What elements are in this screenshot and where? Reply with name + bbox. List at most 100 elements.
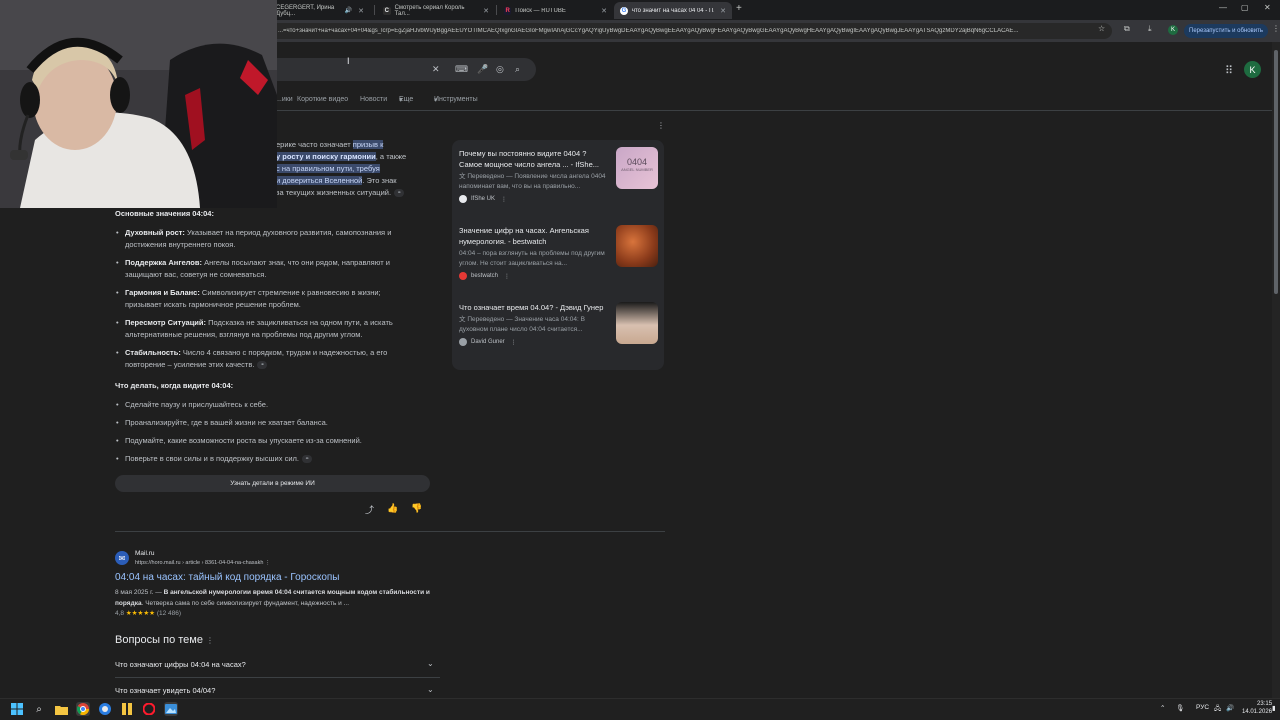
- app-icon[interactable]: [120, 702, 134, 716]
- tab-rutube[interactable]: R Поиск — RUTUBE ✕: [498, 2, 613, 19]
- thumbs-down-icon[interactable]: 👎: [411, 503, 422, 514]
- meaning-item: Пересмотр Ситуаций: Подсказка не зацикли…: [116, 317, 393, 341]
- ai-intro-line: за текущих жизненных ситуаций. ⚭: [276, 187, 405, 199]
- thumbs-up-icon[interactable]: 👍: [387, 503, 398, 514]
- source-title[interactable]: Значение цифр на часах. Ангельская нумер…: [459, 225, 609, 247]
- source-snippet: 文 Переведено — Значение часа 04:04: В ду…: [459, 316, 585, 333]
- paa-heading: Вопросы по теме ⋮: [115, 634, 215, 646]
- paa-question[interactable]: Что означают цифры 04:04 на часах?: [115, 660, 440, 669]
- extensions-icon[interactable]: ⧉: [1124, 24, 1130, 34]
- search-icon[interactable]: ⌕: [32, 702, 46, 716]
- bestwatch-favicon-icon: [459, 272, 467, 280]
- language-indicator[interactable]: РУС: [1196, 704, 1209, 711]
- windows-taskbar: [0, 698, 1280, 720]
- tab-music[interactable]: CEGERGERT, Ирина Дубц... 🔊 ✕: [270, 2, 370, 19]
- ai-overview-more-icon[interactable]: ⋮: [657, 121, 665, 130]
- action-item: Поверьте в свои силы и в поддержку высши…: [116, 453, 312, 465]
- text-cursor-icon: I: [347, 56, 350, 66]
- tab-title: CEGERGERT, Ирина Дубц...: [276, 4, 335, 17]
- taskbar-clock[interactable]: 23:15 14.01.2026: [1242, 700, 1272, 716]
- speaker-icon[interactable]: 🔊: [345, 7, 352, 14]
- tab-tools[interactable]: Инструменты ▾: [434, 96, 478, 104]
- chevron-down-icon[interactable]: ⌄: [427, 659, 434, 668]
- source-site: bestwatch ⋮: [459, 272, 659, 280]
- more-icon[interactable]: ⋮: [511, 339, 517, 346]
- clear-icon[interactable]: ✕: [432, 64, 440, 75]
- source-title[interactable]: Почему вы постоянно видите 0404 ? Самое …: [459, 148, 609, 170]
- link-icon[interactable]: ⚭: [394, 189, 405, 198]
- network-icon[interactable]: 🖧: [1214, 704, 1221, 715]
- link-icon[interactable]: ⚭: [301, 455, 312, 464]
- browser-app-icon[interactable]: [98, 702, 112, 716]
- source-title[interactable]: Что означает время 04.04? - Дэвид Гунер: [459, 302, 609, 313]
- photos-icon[interactable]: [164, 702, 178, 716]
- webcam-image: [0, 0, 277, 208]
- tab-more[interactable]: Еще ▾: [399, 96, 413, 104]
- ai-intro-line: ерике часто означает призыв к: [276, 140, 384, 149]
- result-site-name[interactable]: Mail.ru: [135, 550, 155, 557]
- new-tab-icon[interactable]: +: [736, 3, 742, 14]
- google-favicon-icon: G: [620, 6, 628, 15]
- apps-grid-icon[interactable]: ⠿: [1225, 64, 1233, 77]
- link-icon[interactable]: ⚭: [257, 361, 268, 370]
- result-title-link[interactable]: 04:04 на часах: тайный код порядка - Гор…: [115, 572, 340, 583]
- tab-google-search[interactable]: G что значит на часах 04 04 - П... ✕: [614, 2, 732, 19]
- ai-intro-line: у росту и поиску гармонии, а также: [276, 152, 407, 161]
- ai-mode-button[interactable]: Узнать детали в режиме ИИ: [115, 475, 430, 492]
- notifications-icon[interactable]: ▮: [1272, 704, 1276, 712]
- section-divider: [115, 531, 665, 532]
- menu-icon[interactable]: ⋮: [1272, 24, 1280, 33]
- tab-images[interactable]: ...ики: [276, 96, 293, 103]
- source-thumbnail[interactable]: 0404 ANGEL NUMBER: [616, 147, 658, 189]
- paa-question[interactable]: Что означает увидеть 04/04?: [115, 686, 440, 695]
- maximize-icon[interactable]: ▢: [1241, 3, 1249, 12]
- tray-chevron-icon[interactable]: ⌃: [1160, 704, 1165, 712]
- actions-heading: Что делать, когда видите 04:04:: [115, 381, 234, 390]
- close-tab-icon[interactable]: ✕: [601, 7, 607, 15]
- share-icon[interactable]: ⤴: [365, 503, 374, 516]
- bookmark-star-icon[interactable]: ☆: [1098, 24, 1105, 33]
- relaunch-button[interactable]: Перезапустить и обновить: [1184, 24, 1268, 38]
- chrome-icon[interactable]: [76, 702, 90, 716]
- start-button[interactable]: [10, 702, 24, 716]
- source-site: IfShe UK ⋮: [459, 195, 659, 203]
- keyboard-icon[interactable]: ⌨: [455, 64, 468, 75]
- close-tab-icon[interactable]: ✕: [720, 7, 726, 15]
- more-icon[interactable]: ⋮: [206, 636, 214, 645]
- meaning-item: Поддержка Ангелов: Ангелы посылают знак,…: [116, 257, 390, 281]
- profile-avatar[interactable]: K: [1168, 25, 1178, 35]
- microphone-icon[interactable]: 🎤: [477, 64, 488, 75]
- volume-icon[interactable]: 🔊: [1226, 704, 1234, 712]
- tab-series[interactable]: C Смотреть сериал Король Тал... ✕: [377, 2, 495, 19]
- tab-short-videos[interactable]: Короткие видео: [297, 96, 348, 103]
- file-explorer-icon[interactable]: [54, 702, 68, 716]
- chevron-down-icon[interactable]: ⌄: [427, 685, 434, 694]
- close-window-icon[interactable]: ✕: [1264, 3, 1271, 12]
- tab-title: Смотреть сериал Король Тал...: [394, 4, 465, 17]
- tab-news[interactable]: Новости: [360, 96, 387, 103]
- address-bar[interactable]: ...=что+значит+на+часах+04+04&gs_lcrp=Eg…: [270, 23, 1112, 39]
- close-tab-icon[interactable]: ✕: [358, 7, 364, 15]
- more-icon[interactable]: ⋮: [504, 273, 510, 280]
- meaning-item: Духовный рост: Указывает на период духов…: [116, 227, 391, 251]
- more-icon[interactable]: ⋮: [265, 560, 271, 566]
- opera-icon[interactable]: [142, 702, 156, 716]
- ai-intro-line: с на правильном пути, требуя: [276, 164, 380, 173]
- webcam-overlay: [0, 0, 277, 208]
- more-icon[interactable]: ⋮: [501, 196, 507, 203]
- microphone-tray-icon[interactable]: 🎙: [1176, 704, 1184, 712]
- lens-icon[interactable]: ◎: [496, 64, 504, 75]
- wrist-watch-thumbnail[interactable]: [616, 302, 658, 344]
- minimize-icon[interactable]: —: [1219, 3, 1227, 12]
- close-tab-icon[interactable]: ✕: [483, 7, 489, 15]
- result-url[interactable]: https://horo.mail.ru › article › 8361-04…: [135, 560, 270, 566]
- download-icon[interactable]: ⤓: [1148, 24, 1152, 34]
- google-account-avatar[interactable]: K: [1244, 61, 1261, 78]
- watch-thumbnail[interactable]: [616, 225, 658, 267]
- windows-logo-icon: [11, 703, 23, 715]
- ai-intro-line: и довериться Вселенной. Это знак: [276, 176, 397, 185]
- search-icon[interactable]: ⌕: [515, 64, 520, 75]
- scrollbar-thumb[interactable]: [1274, 50, 1278, 294]
- source-snippet: 文 Переведено — Появление числа ангела 04…: [459, 173, 606, 190]
- address-url: ...=что+значит+на+часах+04+04&gs_lcrp=Eg…: [278, 28, 1019, 34]
